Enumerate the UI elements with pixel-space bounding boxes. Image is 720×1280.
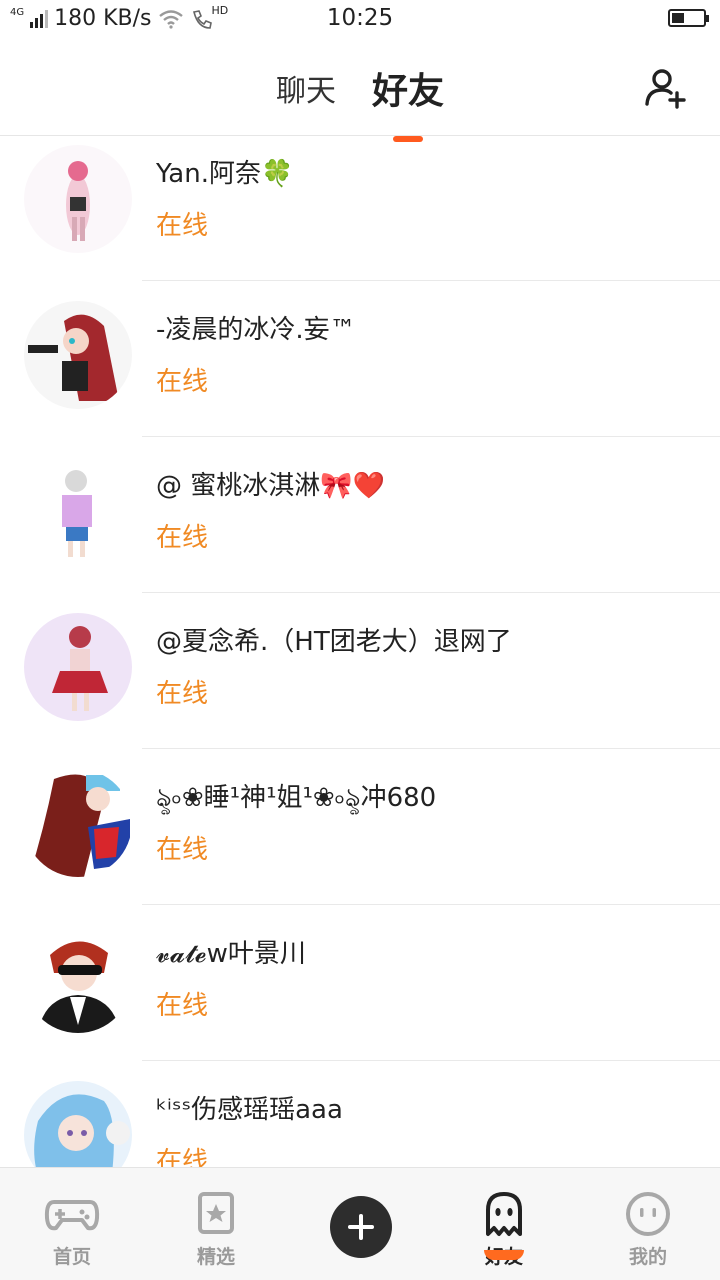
online-status: 在线 (156, 679, 209, 709)
status-bar: 4G 180 KB/s HD 10:25 (0, 0, 720, 38)
online-status: 在线 (156, 211, 209, 241)
list-item[interactable]: Yan.阿奈🍀 在线 (0, 137, 720, 281)
list-item[interactable]: ᵏⁱˢˢ伤感瑶瑶aaa 在线 (0, 1061, 720, 1167)
battery-icon (668, 9, 709, 27)
nav-friends[interactable]: 好友 (432, 1168, 576, 1280)
online-status: 在线 (156, 835, 209, 865)
nav-me[interactable]: 我的 (576, 1168, 720, 1280)
online-status: 在线 (156, 1147, 209, 1167)
active-nav-indicator (484, 1250, 524, 1260)
clock: 10:25 (326, 5, 394, 31)
friend-name: @ 蜜桃冰淇淋🎀❤️ (156, 471, 386, 501)
tab-friends[interactable]: 好友 (371, 62, 444, 142)
friend-name: -凌晨的冰冷.妄™ (156, 315, 356, 345)
bottom-nav: 首页 精选 好友 我的 (0, 1167, 720, 1280)
list-item[interactable]: -凌晨的冰冷.妄™ 在线 (0, 281, 720, 437)
friend-list: Yan.阿奈🍀 在线 -凌晨的冰冷.妄™ 在线 @ 蜜桃冰淇淋🎀❤️ 在线 @夏… (0, 137, 720, 1167)
avatar[interactable] (24, 457, 132, 565)
avatar[interactable] (24, 925, 132, 1033)
header: 聊天 好友 (0, 38, 720, 142)
star-card-icon (198, 1192, 234, 1234)
avatar[interactable] (24, 1081, 132, 1167)
gamepad-icon (44, 1200, 100, 1231)
avatar[interactable] (24, 613, 132, 721)
friend-name: @夏念希.（HT团老大）退网了 (156, 627, 512, 657)
tab-friends-label: 好友 (371, 71, 444, 112)
add-user-icon[interactable] (644, 66, 688, 110)
avatar[interactable] (24, 769, 132, 877)
list-item[interactable]: ৡ৹❀睡¹神¹姐¹❀৹ৡ冲680 在线 (0, 749, 720, 905)
list-item[interactable]: 𝓿𝓪𝓽𝓮w叶景川 在线 (0, 905, 720, 1061)
face-icon (626, 1192, 670, 1236)
nav-home-label: 首页 (52, 1246, 91, 1268)
friend-name: ᵏⁱˢˢ伤感瑶瑶aaa (156, 1095, 343, 1125)
ghost-icon (486, 1192, 522, 1236)
list-item[interactable]: @夏念希.（HT团老大）退网了 在线 (0, 593, 720, 749)
online-status: 在线 (156, 367, 209, 397)
tab-chat[interactable]: 聊天 (276, 66, 336, 118)
nav-featured[interactable]: 精选 (144, 1168, 288, 1280)
avatar[interactable] (24, 301, 132, 409)
nav-featured-label: 精选 (196, 1246, 235, 1268)
friend-name: ৡ৹❀睡¹神¹姐¹❀৹ৡ冲680 (156, 783, 437, 813)
list-item[interactable]: @ 蜜桃冰淇淋🎀❤️ 在线 (0, 437, 720, 593)
top-tabs: 聊天 好友 (0, 66, 720, 142)
friend-name: 𝓿𝓪𝓽𝓮w叶景川 (156, 939, 306, 969)
friend-name: Yan.阿奈🍀 (156, 159, 294, 189)
avatar[interactable] (24, 145, 132, 253)
online-status: 在线 (156, 523, 209, 553)
nav-home[interactable]: 首页 (0, 1168, 144, 1280)
nav-me-label: 我的 (628, 1246, 667, 1268)
online-status: 在线 (156, 991, 209, 1021)
plus-icon[interactable] (330, 1196, 392, 1258)
battery-level (672, 13, 684, 23)
